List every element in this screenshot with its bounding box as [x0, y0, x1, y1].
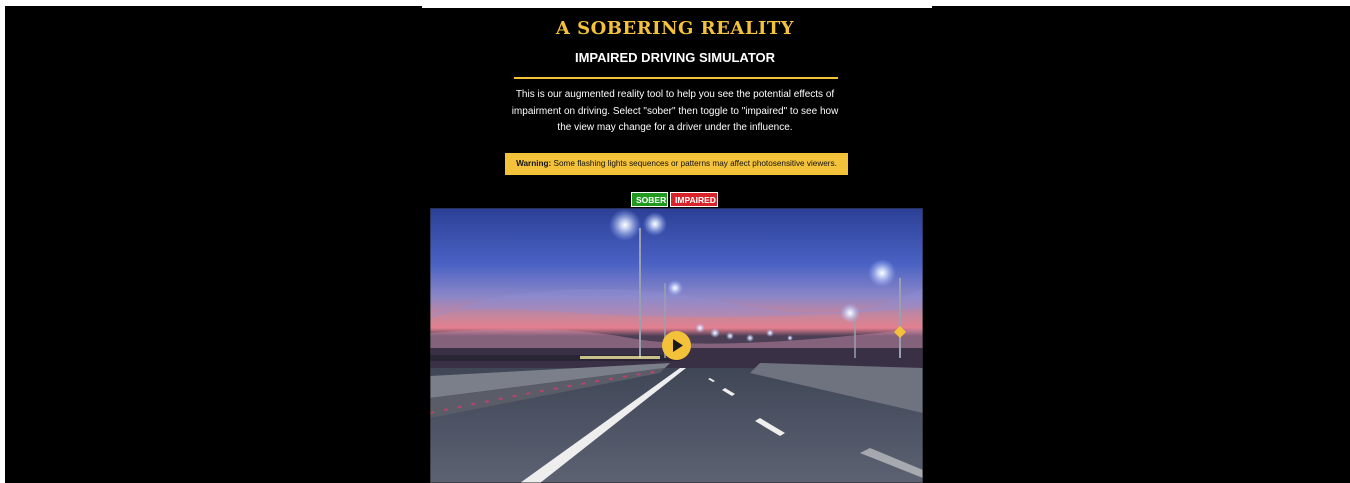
play-icon [673, 339, 683, 352]
warning-text: Some flashing lights sequences or patter… [553, 159, 837, 168]
title-divider [514, 77, 838, 79]
intro-text: This is our augmented reality tool to he… [511, 89, 839, 133]
page-title: A SOBERING REALITY [555, 18, 795, 39]
sober-toggle-button[interactable]: SOBER [631, 192, 668, 207]
photosensitivity-warning: Warning: Some flashing lights sequences … [505, 153, 848, 175]
warning-label: Warning: [516, 159, 552, 168]
page-subtitle: IMPAIRED DRIVING SIMULATOR [574, 50, 776, 65]
play-button[interactable] [662, 331, 691, 360]
driving-video[interactable] [430, 208, 923, 483]
simulator-section: A SOBERING REALITY IMPAIRED DRIVING SIMU… [0, 0, 1350, 483]
mode-toggle-group: SOBER IMPAIRED [631, 192, 718, 207]
impaired-toggle-button[interactable]: IMPAIRED [670, 192, 718, 207]
